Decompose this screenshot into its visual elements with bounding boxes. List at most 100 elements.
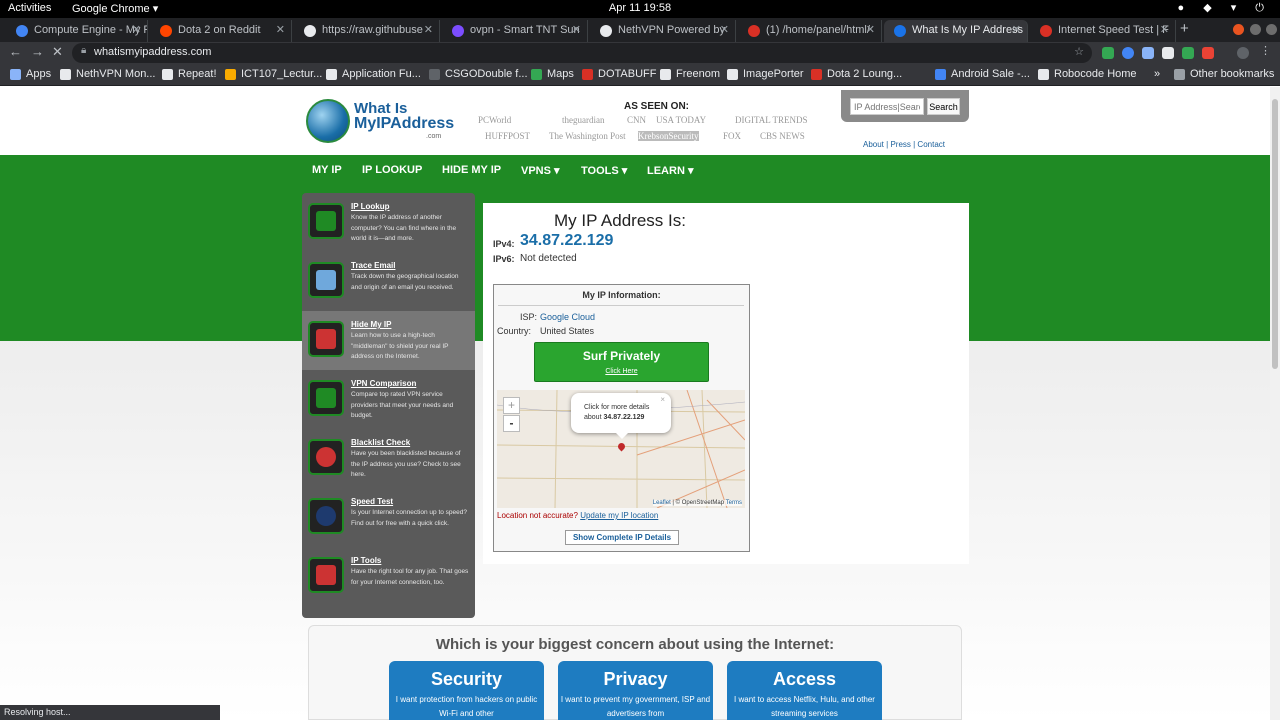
menu-icon[interactable]: ⋮ — [1260, 44, 1271, 57]
close-icon[interactable]: ✕ — [276, 23, 285, 36]
other-bookmarks[interactable]: Other bookmarks — [1174, 68, 1274, 80]
bookmark-label: » — [1154, 68, 1161, 80]
search-button[interactable]: Search — [927, 98, 960, 115]
sidebar-item-title[interactable]: Speed Test — [351, 497, 393, 506]
sidebar-item-title[interactable]: Hide My IP — [351, 320, 391, 329]
tab[interactable]: Internet Speed Test | F ✕ — [1030, 20, 1176, 42]
bookmark-item[interactable]: Robocode Home — [1038, 68, 1137, 80]
card-access[interactable]: Access I want to access Netflix, Hulu, a… — [727, 661, 882, 720]
activities-button[interactable]: Activities — [8, 2, 51, 14]
map-popup[interactable]: × Click for more details about 34.87.22.… — [571, 393, 671, 439]
sidebar-item-hide-my-ip[interactable]: Hide My IP Learn how to use a high-tech … — [302, 311, 475, 370]
extension-icon[interactable] — [1202, 47, 1214, 59]
stop-icon[interactable]: ✕ — [52, 44, 63, 60]
sidebar-item-ip-lookup[interactable]: IP Lookup Know the IP address of another… — [302, 193, 475, 252]
nav-my-ip[interactable]: MY IP — [312, 164, 342, 176]
page-scrollbar[interactable] — [1270, 87, 1280, 720]
close-icon[interactable]: ✕ — [424, 23, 433, 36]
bookmark-item[interactable]: DOTABUFF — [582, 68, 656, 80]
app-menu[interactable]: Google Chrome ▾ — [72, 2, 158, 15]
extension-icon[interactable] — [1122, 47, 1134, 59]
new-tab-button[interactable]: + — [1180, 20, 1189, 37]
terms-link[interactable]: Terms — [726, 500, 742, 506]
loc-question: Location not accurate? — [497, 511, 578, 520]
extension-icon[interactable] — [1162, 47, 1174, 59]
bookmark-item[interactable]: NethVPN Mon... — [60, 68, 155, 80]
tab-active[interactable]: What Is My IP Address ✕ — [884, 20, 1028, 42]
nav-vpns[interactable]: VPNS ▾ — [521, 164, 560, 177]
close-icon[interactable]: ✕ — [720, 23, 729, 36]
close-icon[interactable]: ✕ — [1160, 23, 1169, 36]
update-location-link[interactable]: Update my IP location — [580, 511, 658, 520]
surf-privately-button[interactable]: Surf Privately Click Here — [534, 342, 709, 382]
sidebar-item-desc: Track down the geographical location and… — [351, 273, 459, 291]
bookmark-item[interactable]: Maps — [531, 68, 574, 80]
about-link[interactable]: About — [863, 140, 884, 149]
sidebar-item-trace-email[interactable]: Trace Email Track down the geographical … — [302, 252, 475, 311]
map-attribution: Leaflet | © OpenStreetMap Terms — [652, 500, 742, 506]
sidebar-item-vpn-comparison[interactable]: VPN Comparison Compare top rated VPN ser… — [302, 370, 475, 429]
close-window-icon[interactable] — [1233, 24, 1244, 35]
zoom-out-button[interactable]: - — [503, 415, 520, 432]
maximize-window-icon[interactable] — [1266, 24, 1277, 35]
clock[interactable]: Apr 11 19:58 — [600, 2, 680, 14]
forward-icon[interactable]: → — [31, 44, 44, 59]
bookmark-item[interactable]: Dota 2 Loung... — [811, 68, 902, 80]
tab-label: (1) /home/panel/html/ — [766, 24, 870, 36]
sidebar-item-title[interactable]: Blacklist Check — [351, 438, 410, 447]
close-icon[interactable]: × — [660, 395, 665, 405]
leaflet-link[interactable]: Leaflet — [653, 500, 671, 506]
show-complete-details-button[interactable]: Show Complete IP Details — [565, 530, 679, 545]
tab-favicon — [1040, 25, 1052, 37]
bookmark-item[interactable]: Apps — [10, 68, 51, 80]
tab[interactable]: ovpn - Smart TNT Sun ✕ — [442, 20, 588, 42]
back-icon[interactable]: ← — [9, 44, 22, 59]
nav-hide-my-ip[interactable]: HIDE MY IP — [442, 164, 501, 176]
bookmarks-overflow-button[interactable]: » — [1138, 68, 1160, 80]
surf-link[interactable]: Click Here — [535, 368, 708, 375]
minimize-window-icon[interactable] — [1250, 24, 1261, 35]
sidebar-item-title[interactable]: Trace Email — [351, 261, 395, 270]
bookmark-item[interactable]: Application Fu... — [326, 68, 421, 80]
bookmark-item[interactable]: Repeat! — [162, 68, 217, 80]
press-link[interactable]: Press — [890, 140, 910, 149]
close-icon[interactable]: ✕ — [132, 23, 141, 36]
contact-link[interactable]: Contact — [917, 140, 945, 149]
sidebar-item-title[interactable]: IP Tools — [351, 556, 381, 565]
bookmark-item[interactable]: CSGODouble f... — [429, 68, 528, 80]
card-security[interactable]: Security I want protection from hackers … — [389, 661, 544, 720]
profile-avatar[interactable] — [1237, 47, 1249, 59]
site-logo[interactable]: What Is MyIPAddress .com — [306, 99, 454, 145]
bookmark-item[interactable]: ICT107_Lectur... — [225, 68, 322, 80]
nav-tools[interactable]: TOOLS ▾ — [581, 164, 627, 177]
nav-ip-lookup[interactable]: IP LOOKUP — [362, 164, 422, 176]
tab[interactable]: Compute Engine - My F ✕ — [6, 20, 148, 42]
close-icon[interactable]: ✕ — [866, 23, 875, 36]
extension-icon[interactable] — [1102, 47, 1114, 59]
extension-icon[interactable] — [1182, 47, 1194, 59]
bookmark-item[interactable]: ImagePorter — [727, 68, 804, 80]
ip-search-input[interactable] — [850, 98, 924, 115]
sidebar-item-title[interactable]: VPN Comparison — [351, 379, 416, 388]
tab[interactable]: (1) /home/panel/html/✕ — [738, 20, 882, 42]
location-map[interactable]: + - × Click for more details about 34.87… — [497, 390, 745, 508]
bookmark-item[interactable]: Android Sale -... — [935, 68, 1030, 80]
tab[interactable]: NethVPN Powered by ✕ — [590, 20, 736, 42]
scrollbar-thumb[interactable] — [1272, 99, 1278, 369]
nav-learn[interactable]: LEARN ▾ — [647, 164, 693, 177]
sidebar-item-title[interactable]: IP Lookup — [351, 202, 390, 211]
sidebar-item-speed-test[interactable]: Speed Test Is your Internet connection u… — [302, 488, 475, 547]
bookmark-star-icon[interactable]: ☆ — [1074, 45, 1084, 58]
bookmark-item[interactable]: Freenom — [660, 68, 720, 80]
close-icon[interactable]: ✕ — [572, 23, 581, 36]
close-icon[interactable]: ✕ — [1012, 23, 1021, 36]
address-bar[interactable]: 🔒︎ whatismyipaddress.com ☆ — [72, 43, 1092, 63]
tab[interactable]: Dota 2 on Reddit ✕ — [150, 20, 292, 42]
system-tray-icons[interactable]: ● ◆ ▾ ⏻ — [1178, 1, 1273, 15]
card-privacy[interactable]: Privacy I want to prevent my government,… — [558, 661, 713, 720]
sidebar-item-ip-tools[interactable]: IP Tools Have the right tool for any job… — [302, 547, 475, 606]
sidebar-item-blacklist-check[interactable]: Blacklist Check Have you been blackliste… — [302, 429, 475, 488]
extension-icon[interactable] — [1142, 47, 1154, 59]
zoom-in-button[interactable]: + — [503, 397, 520, 414]
tab[interactable]: https://raw.githubuse ✕ — [294, 20, 440, 42]
